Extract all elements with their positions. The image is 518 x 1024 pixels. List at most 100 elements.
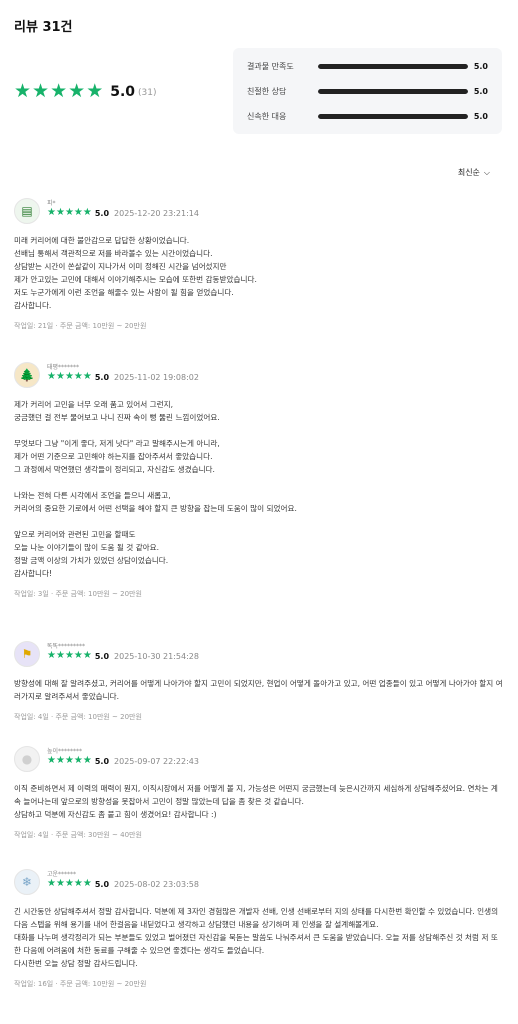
breakdown-bar-fill	[318, 113, 468, 119]
chevron-down-icon: ⌵	[483, 167, 490, 177]
review-body: 방향성에 대해 잘 알려주셨고, 커리어를 어떻게 나아가야 할지 고민이 되었…	[14, 677, 504, 703]
review-date: 2025-11-02 19:08:02	[114, 372, 199, 382]
review-header: 🌲 태평******* ★ ★ ★ ★ ★ 5.0 2025-11-02 19:08:02	[14, 362, 504, 388]
review-meta: ★ ★ ★ ★ ★ 5.0 2025-08-02 23:03:58	[47, 879, 199, 889]
review-text-line	[14, 515, 504, 528]
review-meta: ★ ★ ★ ★ ★ 5.0 2025-10-30 21:54:28	[47, 651, 199, 661]
review-text-line: 감사합니다.	[14, 301, 52, 310]
star-icon: ★	[47, 371, 56, 382]
review-text-line	[14, 476, 504, 489]
breakdown-bar-fill	[318, 88, 468, 94]
user-icon: ●	[21, 752, 33, 766]
snowflake-icon: ❄	[21, 875, 33, 889]
star-icon: ★	[82, 878, 92, 889]
star-icon: ★	[55, 878, 65, 889]
review-text-line: 제가 어떤 기준으로 고민해야 하는지를 잡아주셔서 좋았습니다.	[14, 452, 213, 461]
sort-label: 최신순	[457, 168, 480, 177]
review-footer: 작업일: 4일 · 주문 금액: 10만원 ~ 20만원	[14, 713, 142, 721]
star-icon: ★	[82, 207, 92, 218]
review-score: 5.0	[94, 208, 110, 218]
breakdown-bar	[318, 113, 468, 119]
star-icon: ★	[47, 207, 56, 218]
review-stars: ★ ★ ★ ★ ★	[47, 208, 92, 218]
review-text-line: 상담받는 시간이 쏜살같이 지나가서 이미 정해진 시간을 넘어섰지만	[14, 262, 227, 271]
avatar: 🌲	[14, 362, 40, 388]
review-text-line: 감사합니다!	[14, 569, 52, 578]
review-body: 이직 준비하면서 제 이력의 매력이 뭔지, 이직시장에서 저를 어떻게 볼 지…	[14, 782, 504, 821]
review-item: ⚑ 똑똑********* ★ ★ ★ ★ ★ 5.0 2025-10-30 21:54:28 방…	[14, 641, 504, 722]
review-text-line: 궁금했던 걸 전부 물어보고 나니 진짜 속이 뻥 뚫린 느낌이었어요.	[14, 413, 220, 422]
review-header: ▤ 피* ★ ★ ★ ★ ★ 5.0 2025-12-20 23:21:14	[14, 198, 504, 224]
rating-summary: ★ ★ ★ ★ ★ 5.0 (31)	[14, 82, 157, 101]
tree-icon: 🌲	[19, 368, 35, 382]
star-icon: ★	[73, 650, 83, 661]
breakdown-label: 친절한 상담	[247, 86, 287, 96]
breakdown-label: 결과물 만족도	[247, 61, 294, 71]
avatar: ▤	[14, 198, 40, 224]
review-item: ❄ 고운****** ★ ★ ★ ★ ★ 5.0 2025-08-02 23:03:58 긴 시간…	[14, 869, 504, 989]
review-text-line	[14, 424, 504, 437]
star-icon: ★	[47, 878, 56, 889]
review-stars: ★ ★ ★ ★ ★	[47, 372, 92, 382]
reviewer-name: 고운******	[47, 871, 77, 878]
star-icon: ★	[47, 650, 56, 661]
review-footer: 작업일: 3일 · 주문 금액: 10만원 ~ 20만원	[14, 590, 142, 598]
reviewer-name: 피*	[47, 200, 56, 207]
star-icon: ★	[73, 878, 83, 889]
review-meta: ★ ★ ★ ★ ★ 5.0 2025-12-20 23:21:14	[47, 208, 199, 218]
review-header: ⚑ 똑똑********* ★ ★ ★ ★ ★ 5.0 2025-10-30 21:54:28	[14, 641, 504, 667]
sort-dropdown[interactable]: 최신순 ⌵	[458, 167, 490, 178]
star-icon: ★	[47, 755, 56, 766]
review-text-line: 커리어의 중요한 기로에서 어떤 선택을 해야 할지 큰 방향을 잡는데 도움이…	[14, 504, 297, 513]
average-rating: 5.0	[110, 83, 136, 100]
review-date: 2025-12-20 23:21:14	[114, 208, 199, 218]
flag-icon: ⚑	[21, 647, 33, 661]
review-text-line: 저도 누군가에게 이런 조언을 해줄수 있는 사람이 될 힘을 얻었습니다.	[14, 288, 234, 297]
review-item: ▤ 피* ★ ★ ★ ★ ★ 5.0 2025-12-20 23:21:14 미래 커리어에 대한…	[14, 198, 504, 331]
review-meta: ★ ★ ★ ★ ★ 5.0 2025-11-02 19:08:02	[47, 372, 199, 382]
page-title: 리뷰 31건	[14, 20, 73, 35]
star-icon: ★	[32, 80, 50, 102]
review-text-line: 이직 준비하면서 제 이력의 매력이 뭔지, 이직시장에서 저를 어떻게 볼 지…	[14, 784, 498, 806]
review-text-line: 상담하고 덕분에 자신감도 좀 붙고 힘이 생겼어요! 감사합니다 :)	[14, 810, 217, 819]
breakdown-bar	[318, 63, 468, 69]
breakdown-row: 친절한 상담 5.0	[247, 84, 488, 98]
star-icon: ★	[82, 371, 92, 382]
review-stars: ★ ★ ★ ★ ★	[47, 651, 92, 661]
review-text-line: 오늘 나눈 이야기들이 많이 도움 될 것 같아요.	[14, 543, 160, 552]
review-text-line: 제가 안고있는 고민에 대해서 이야기해주시는 모습에 또한번 감동받았습니다.	[14, 275, 257, 284]
star-icon: ★	[64, 371, 74, 382]
review-text-line: 그 과정에서 막연했던 생각들이 정리되고, 자신감도 생겼습니다.	[14, 465, 215, 474]
breakdown-value: 5.0	[473, 61, 488, 71]
review-score: 5.0	[94, 879, 110, 889]
review-text-line: 나와는 전혀 다른 시각에서 조언을 들으니 새롭고,	[14, 491, 171, 500]
review-item: 🌲 태평******* ★ ★ ★ ★ ★ 5.0 2025-11-02 19:08:02 제가 …	[14, 362, 504, 599]
review-meta: ★ ★ ★ ★ ★ 5.0 2025-09-07 22:22:43	[47, 756, 199, 766]
review-header: ● 높이******** ★ ★ ★ ★ ★ 5.0 2025-09-07 22:22:43	[14, 746, 504, 772]
reviewer-name: 태평*******	[47, 364, 80, 371]
review-date: 2025-10-30 21:54:28	[114, 651, 199, 661]
breakdown-bar	[318, 88, 468, 94]
review-score: 5.0	[94, 372, 110, 382]
review-stars: ★ ★ ★ ★ ★	[47, 879, 92, 889]
review-text-line: 정말 금액 이상의 가치가 있었던 상담이었습니다.	[14, 556, 169, 565]
review-text-line: 방향성에 대해 잘 알려주셨고, 커리어를 어떻게 나아가야 할지 고민이 되었…	[14, 679, 503, 701]
review-item: ● 높이******** ★ ★ ★ ★ ★ 5.0 2025-09-07 22:22:43 이직…	[14, 746, 504, 840]
star-icon: ★	[55, 755, 65, 766]
star-icon: ★	[68, 80, 86, 102]
breakdown-label: 신속한 대응	[247, 111, 287, 121]
review-text-line: 무엇보다 그냥 "이게 좋다, 저게 낫다" 라고 말해주시는게 아니라,	[14, 439, 220, 448]
review-body: 미래 커리어에 대한 불안감으로 답답한 상황이었습니다. 선배님 통해서 객관적…	[14, 234, 504, 312]
review-footer: 작업일: 16일 · 주문 금액: 10만원 ~ 20만원	[14, 980, 147, 988]
rating-stars: ★ ★ ★ ★ ★	[14, 82, 103, 101]
star-icon: ★	[14, 80, 32, 102]
breakdown-bar-fill	[318, 63, 468, 69]
review-score: 5.0	[94, 756, 110, 766]
review-date: 2025-09-07 22:22:43	[114, 756, 199, 766]
review-text-line: 대화를 나누며 생각정리가 되는 부분들도 있었고 벌어졌던 자신감을 북돋는 …	[14, 933, 498, 955]
star-icon: ★	[82, 650, 92, 661]
breakdown-row: 결과물 만족도 5.0	[247, 59, 488, 73]
review-date: 2025-08-02 23:03:58	[114, 879, 199, 889]
breakdown-row: 신속한 대응 5.0	[247, 109, 488, 123]
review-body: 제가 커리어 고민을 너무 오래 품고 있어서 그런지, 궁금했던 걸 전부 물어…	[14, 398, 504, 580]
